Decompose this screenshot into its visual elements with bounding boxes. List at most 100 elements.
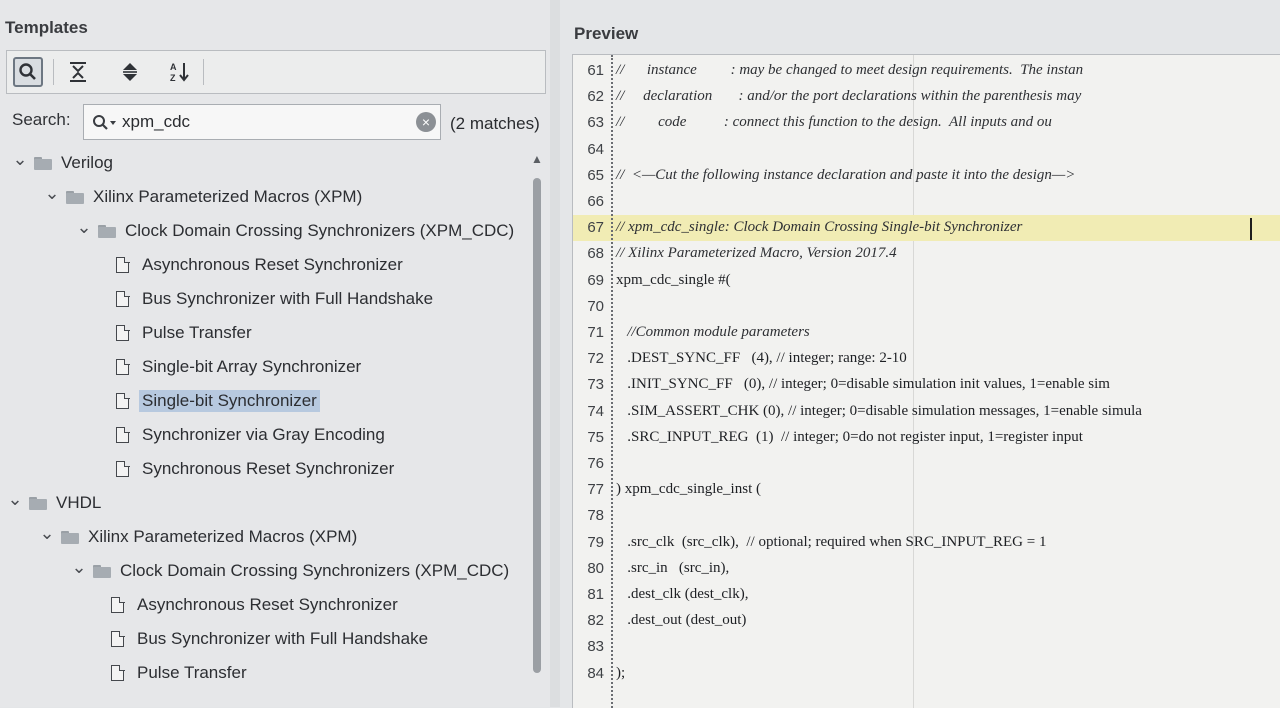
file-icon (116, 426, 130, 443)
code-text: // xpm_cdc_single: Clock Domain Crossing… (616, 219, 1023, 236)
folder-icon (29, 496, 47, 510)
template-tree: ⌄ Verilog ⌄ Xilinx Parameterized Macros (XP… (6, 150, 528, 707)
tree-item[interactable]: Bus Synchronizer with Full Handshake (111, 626, 428, 652)
folder-icon (34, 156, 52, 170)
line-number: 78 (587, 507, 604, 525)
file-icon (116, 358, 130, 375)
code-line[interactable]: 77) xpm_cdc_single_inst ( (573, 477, 1280, 503)
line-number: 62 (587, 88, 604, 106)
code-line[interactable]: 61 // instance : may be changed to meet d… (573, 58, 1280, 84)
tree-item[interactable]: Single-bit Array Synchronizer (116, 354, 361, 380)
tree-item-label: Verilog (61, 153, 113, 172)
tree-folder[interactable]: ⌄ Xilinx Parameterized Macros (XPM) (44, 184, 362, 210)
chevron-down-icon[interactable]: ⌄ (7, 490, 23, 508)
folder-icon (98, 224, 116, 238)
sort-button[interactable]: A Z (165, 57, 195, 87)
code-line[interactable]: 68 // Xilinx Parameterized Macro, Version… (573, 241, 1280, 267)
line-number: 75 (587, 428, 604, 446)
tree-item[interactable]: Synchronous Reset Synchronizer (116, 456, 394, 482)
scroll-up-icon[interactable]: ▲ (531, 152, 543, 166)
code-line[interactable]: 82 .dest_out (dest_out) (573, 608, 1280, 634)
code-text: .dest_clk (dest_clk), (616, 586, 749, 602)
tree-item[interactable]: Pulse Transfer (111, 660, 247, 686)
code-line[interactable]: 65 // <—Cut the following instance declar… (573, 163, 1280, 189)
line-number: 82 (587, 612, 604, 630)
search-icon (19, 63, 36, 80)
chevron-down-icon[interactable]: ⌄ (12, 150, 28, 168)
tree-folder[interactable]: ⌄ Clock Domain Crossing Synchronizers (XP… (76, 218, 514, 244)
folder-icon (61, 530, 79, 544)
file-icon (116, 460, 130, 477)
line-number: 68 (587, 245, 604, 263)
file-icon (116, 290, 130, 307)
scrollbar-thumb[interactable] (533, 178, 541, 673)
line-number: 63 (587, 114, 604, 132)
tree-item[interactable]: Synchronizer via Gray Encoding (116, 422, 385, 448)
chevron-down-icon[interactable]: ⌄ (39, 524, 55, 542)
line-number: 84 (587, 664, 604, 682)
tree-folder[interactable]: ⌄ VHDL (7, 490, 101, 516)
code-text: .src_in (src_in), (616, 559, 730, 576)
tree-folder[interactable]: ⌄ Xilinx Parameterized Macros (XPM) (39, 524, 357, 550)
file-icon (116, 256, 130, 273)
search-button[interactable] (13, 57, 43, 87)
code-line[interactable]: 76 (573, 451, 1280, 477)
tree-folder[interactable]: ⌄ Clock Domain Crossing Synchronizers (XP… (71, 558, 509, 584)
tree-item[interactable]: Bus Synchronizer with Full Handshake (116, 286, 433, 312)
code-line[interactable]: 64 (573, 137, 1280, 163)
code-line[interactable]: 73 .INIT_SYNC_FF (0), // integer; 0=disa… (573, 372, 1280, 398)
line-number: 67 (587, 219, 604, 237)
code-text: .src_clk (src_clk), // optional; require… (616, 533, 1047, 550)
code-line[interactable]: 79 .src_clk (src_clk), // optional; requ… (573, 530, 1280, 556)
code-text: ); (616, 664, 626, 681)
code-line[interactable]: 81 .dest_clk (dest_clk), (573, 582, 1280, 608)
line-number: 79 (587, 533, 604, 551)
tree-folder[interactable]: ⌄ Verilog (12, 150, 113, 176)
search-dropdown-icon[interactable] (91, 113, 119, 133)
code-line[interactable]: 63 // code : connect this function to the… (573, 110, 1280, 136)
code-text: // <—Cut the following instance declarat… (616, 166, 1076, 183)
clear-search-icon[interactable]: × (416, 112, 436, 132)
code-text: .SRC_INPUT_REG (1) // integer; 0=do not … (616, 428, 1083, 445)
file-icon (111, 596, 125, 613)
tree-item[interactable]: Pulse Transfer (116, 320, 252, 346)
code-text: .SIM_ASSERT_CHK (0), // integer; 0=disab… (616, 402, 1142, 419)
chevron-down-icon[interactable]: ⌄ (71, 558, 87, 576)
search-value[interactable]: xpm_cdc (122, 112, 190, 132)
code-line[interactable]: 78 (573, 503, 1280, 529)
chevron-down-icon[interactable]: ⌄ (44, 184, 60, 202)
expand-all-button[interactable] (115, 57, 145, 87)
code-line[interactable]: 75 .SRC_INPUT_REG (1) // integer; 0=do n… (573, 425, 1280, 451)
tree-item[interactable]: Asynchronous Reset Synchronizer (116, 252, 403, 278)
code-text: ) xpm_cdc_single_inst ( (616, 481, 761, 498)
code-line[interactable]: 67 // xpm_cdc_single: Clock Domain Crossi… (573, 215, 1280, 242)
code-line[interactable]: 72 .DEST_SYNC_FF (4), // integer; range:… (573, 346, 1280, 372)
code-line[interactable]: 66 (573, 189, 1280, 215)
tree-item-label: Synchronizer via Gray Encoding (142, 425, 385, 444)
collapse-all-button[interactable] (63, 57, 93, 87)
code-line[interactable]: 62 // declaration : and/or the port decla… (573, 84, 1280, 110)
tree-scrollbar[interactable]: ▲ (529, 152, 545, 707)
tree-item-label: Synchronous Reset Synchronizer (142, 459, 395, 478)
code-line[interactable]: 84); (573, 661, 1280, 687)
tree-item-label: Single-bit Synchronizer (139, 390, 320, 412)
tree-item-label: Pulse Transfer (137, 663, 247, 682)
pane-splitter[interactable] (550, 0, 560, 707)
tree-item-label: Bus Synchronizer with Full Handshake (137, 629, 429, 648)
search-input[interactable]: xpm_cdc × (83, 104, 441, 140)
collapse-all-icon (70, 62, 86, 82)
code-preview[interactable]: 61 // instance : may be changed to meet d… (572, 54, 1280, 708)
line-number: 81 (587, 586, 604, 603)
code-line[interactable]: 71 //Common module parameters (573, 320, 1280, 346)
chevron-down-icon[interactable]: ⌄ (76, 218, 92, 236)
code-line[interactable]: 69 xpm_cdc_single #( (573, 268, 1280, 294)
tree-item[interactable]: Asynchronous Reset Synchronizer (111, 592, 398, 618)
search-label: Search: (12, 110, 71, 129)
code-line[interactable]: 70 (573, 294, 1280, 320)
code-line[interactable]: 74 .SIM_ASSERT_CHK (0), // integer; 0=di… (573, 399, 1280, 425)
tree-item[interactable]: Single-bit Synchronizer (116, 388, 320, 414)
code-line[interactable]: 83 (573, 634, 1280, 660)
line-number: 83 (587, 638, 604, 656)
line-number: 64 (587, 140, 604, 158)
code-line[interactable]: 80 .src_in (src_in), (573, 556, 1280, 582)
